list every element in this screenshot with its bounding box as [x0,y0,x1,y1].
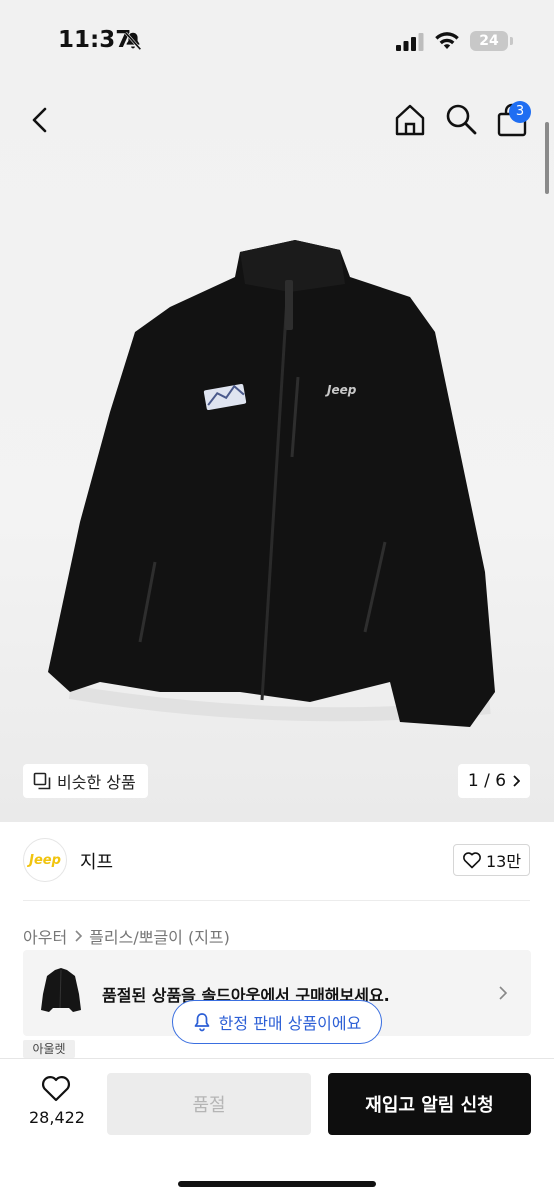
bell-slash-icon [124,31,142,51]
limited-sale-pill[interactable]: 한정 판매 상품이에요 [172,1000,382,1044]
image-page-counter[interactable]: 1 / 6 [458,764,530,798]
breadcrumb-item-outer[interactable]: 아우터 [23,924,67,948]
brand-logo-text: Jeep [29,852,61,868]
breadcrumb: 아우터 플리스/뽀글이 (지프) [23,924,230,948]
chevron-right-icon [499,986,508,1000]
limited-sale-label: 한정 판매 상품이에요 [218,1014,362,1033]
battery-icon: 24 [470,31,513,51]
heart-icon[interactable] [40,1075,72,1103]
brand-like-button[interactable]: 13만 [453,844,530,876]
cellular-signal-icon [396,33,424,51]
home-icon[interactable] [392,102,428,138]
breadcrumb-item-fleece[interactable]: 플리스/뽀글이 (지프) [89,924,230,948]
home-indicator [178,1181,376,1187]
brand-name[interactable]: 지프 [80,848,113,874]
section-divider [23,900,530,901]
search-icon[interactable] [444,102,478,136]
heart-icon [463,852,481,869]
wish-count: 28,422 [29,1108,85,1127]
chevron-right-icon [75,930,83,942]
svg-text:Jeep: Jeep [325,383,357,397]
soldout-button[interactable]: 품절 [107,1073,311,1135]
copy-icon [33,772,51,790]
page-indicator-text: 1 / 6 [467,771,507,791]
jacket-thumbnail [41,968,81,1012]
similar-products-button[interactable]: 비슷한 상품 [23,764,148,798]
cart-count-badge: 3 [509,101,531,123]
back-chevron-icon[interactable] [26,104,54,136]
outlet-tag: 아울렛 [23,1040,75,1058]
bell-icon [194,1013,210,1032]
fleece-jacket-photo: Jeep [48,240,495,727]
restock-alert-button[interactable]: 재입고 알림 신청 [328,1073,531,1135]
wifi-icon [435,32,459,49]
brand-like-count: 13만 [485,852,522,871]
status-time: 11:37 [58,27,132,53]
chevron-right-icon [513,775,521,787]
scroll-indicator [545,122,549,194]
brand-logo[interactable]: Jeep [23,838,67,882]
similar-products-label: 비슷한 상품 [57,773,136,792]
